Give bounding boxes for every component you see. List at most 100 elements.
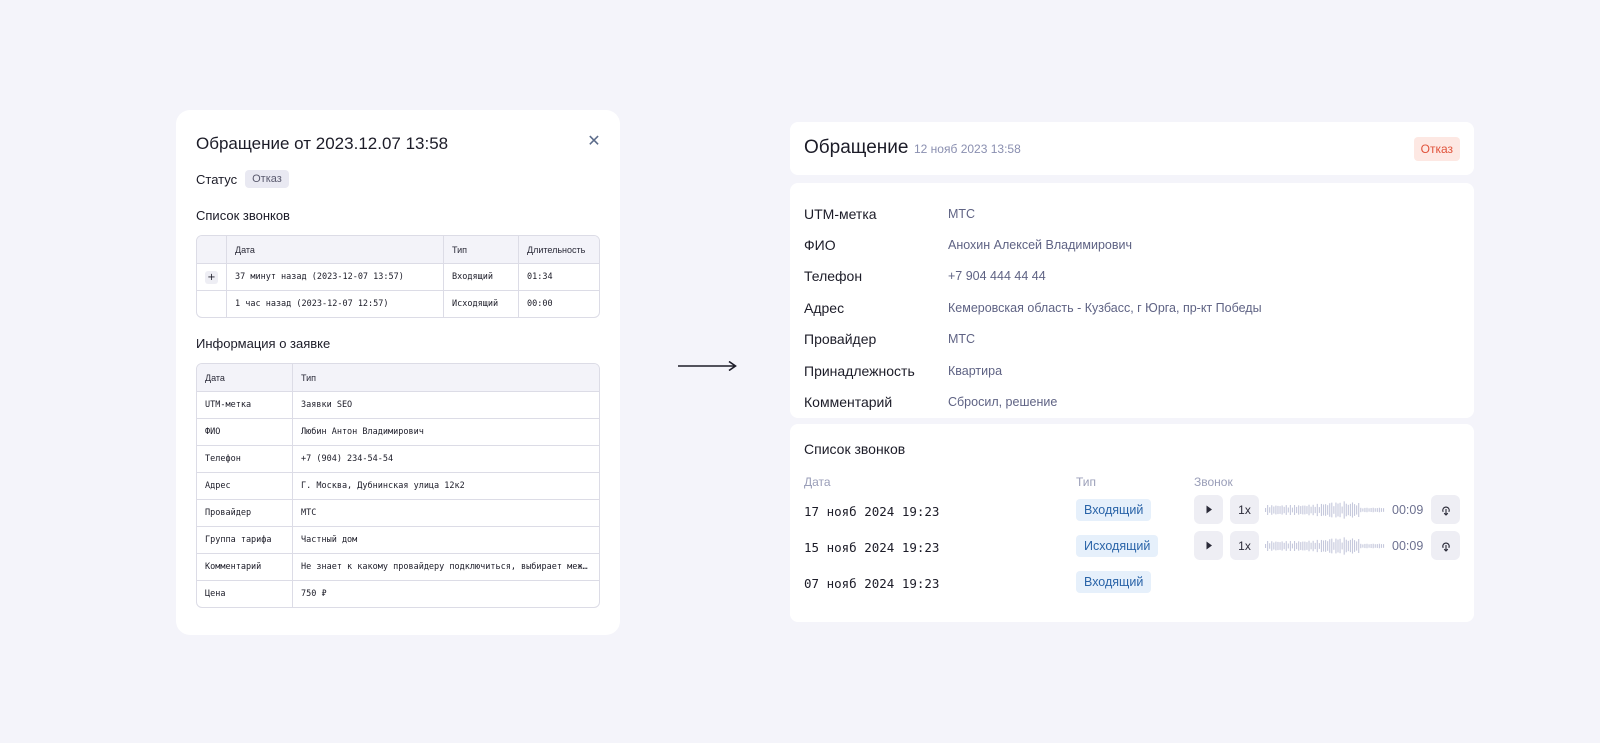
info-key: Комментарий [197, 553, 293, 580]
play-icon [1206, 505, 1212, 514]
request-date: 12 нояб 2023 13:58 [914, 142, 1021, 156]
speed-button[interactable]: 1x [1230, 531, 1259, 560]
column-header: Тип [293, 364, 599, 391]
column-header: Тип [444, 236, 519, 263]
call-type-badge: Входящий [1076, 499, 1152, 521]
call-type: Исходящий [444, 290, 519, 317]
download-icon [1441, 542, 1450, 552]
info-label: UTM-метка [804, 205, 877, 222]
calls-table: Дата Тип Длительность + 37 минут назад (… [196, 235, 600, 318]
call-type: Входящий [444, 263, 519, 290]
info-label: Адрес [804, 299, 845, 316]
info-key: Адрес [197, 472, 293, 499]
table-row: UTM-метка Заявки SEO [197, 391, 599, 418]
call-duration: 00:09 [1392, 539, 1424, 553]
waveform[interactable] [1265, 497, 1385, 523]
table-row: Телефон +7 (904) 234-54-54 [197, 445, 599, 472]
info-label: ФИО [804, 237, 836, 254]
call-row: 07 нояб 2024 19:23 Входящий [790, 567, 1474, 599]
info-value: Кемеровская область - Кузбасс, г Юрга, п… [948, 300, 1262, 315]
call-duration: 00:00 [519, 290, 599, 317]
table-row: ФИО Любин Антон Владимирович [197, 418, 599, 445]
table-row: Адрес Г. Москва, Дубнинская улица 12к2 [197, 472, 599, 499]
close-icon[interactable]: ✕ [586, 134, 602, 150]
expand-button[interactable]: + [205, 270, 218, 284]
info-value: Заявки SEO [293, 391, 599, 418]
info-key: Провайдер [197, 499, 293, 526]
info-key: Группа тарифа [197, 526, 293, 553]
info-row: Телефон +7 904 444 44 44 [790, 261, 1474, 292]
call-date: 1 час назад (2023-12-07 12:57) [227, 290, 444, 317]
download-button[interactable] [1431, 495, 1460, 524]
download-icon [1441, 506, 1450, 516]
expand-cell [197, 290, 227, 317]
status-badge: Отказ [245, 170, 289, 188]
column-header: Дата [197, 364, 293, 391]
arrow-right-icon [678, 361, 737, 371]
table-row: 1 час назад (2023-12-07 12:57) Исходящий… [197, 290, 599, 317]
info-row: Принадлежность Квартира [790, 355, 1474, 386]
call-date: 17 нояб 2024 19:23 [804, 504, 940, 519]
info-value: Любин Антон Владимирович [293, 418, 599, 445]
info-value: МТС [948, 206, 976, 221]
call-duration: 00:09 [1392, 503, 1424, 517]
info-value: Не знает к какому провайдеру подключитьс… [293, 553, 599, 580]
table-row: + 37 минут назад (2023-12-07 13:57) Вход… [197, 263, 599, 290]
calls-card: Список звонков Дата Тип Звонок 17 нояб 2… [790, 424, 1474, 622]
info-key: ФИО [197, 418, 293, 445]
info-key: Цена [197, 580, 293, 607]
info-row: Адрес Кемеровская область - Кузбасс, г Юр… [790, 292, 1474, 323]
info-value: Сбросил, решение [948, 395, 1058, 410]
play-button[interactable] [1194, 495, 1223, 524]
calls-section-title: Список звонков [804, 441, 906, 457]
legacy-request-modal: Обращение от 2023.12.07 13:58 ✕ Статус О… [176, 110, 620, 635]
table-row: Цена 750 ₽ [197, 580, 599, 607]
speed-button[interactable]: 1x [1230, 495, 1259, 524]
waveform[interactable] [1265, 533, 1385, 559]
info-value: Квартира [948, 363, 1003, 378]
table-row: Группа тарифа Частный дом [197, 526, 599, 553]
download-button[interactable] [1431, 531, 1460, 560]
call-date: 37 минут назад (2023-12-07 13:57) [227, 263, 444, 290]
call-duration: 01:34 [519, 263, 599, 290]
info-value: МТС [293, 499, 599, 526]
info-table: Дата Тип UTM-метка Заявки SEO ФИО Любин Ант… [196, 363, 600, 608]
modal-title: Обращение от 2023.12.07 13:58 [196, 134, 449, 153]
call-type-badge: Исходящий [1076, 535, 1159, 557]
play-icon [1206, 541, 1212, 550]
call-row: 17 нояб 2024 19:23 Входящий 1x 00:09 [790, 495, 1474, 527]
column-header: Длительность [519, 236, 599, 263]
page-title: Обращение [804, 137, 909, 158]
table-row: Провайдер МТС [197, 499, 599, 526]
info-section-title: Информация о заявке [196, 336, 331, 351]
info-label: Комментарий [804, 394, 893, 411]
call-column-header: Звонок [1194, 475, 1233, 489]
info-label: Принадлежность [804, 362, 915, 379]
column-header: Дата [227, 236, 444, 263]
info-label: Провайдер [804, 331, 877, 348]
info-row: UTM-метка МТС [790, 198, 1474, 229]
request-header-card: Обращение 12 нояб 2023 13:58 Отказ [790, 122, 1474, 175]
call-type-badge: Входящий [1076, 571, 1152, 593]
info-value: Г. Москва, Дубнинская улица 12к2 [293, 472, 599, 499]
table-row: Комментарий Не знает к какому провайдеру … [197, 553, 599, 580]
info-label: Телефон [804, 268, 863, 285]
status-label: Статус [196, 171, 238, 187]
info-value: +7 904 444 44 44 [948, 269, 1046, 284]
column-header [197, 236, 227, 263]
type-column-header: Тип [1076, 475, 1097, 489]
info-value: 750 ₽ [293, 580, 599, 607]
date-column-header: Дата [804, 475, 831, 489]
status-badge: Отказ [1413, 137, 1460, 161]
expand-cell: + [197, 263, 227, 290]
call-date: 15 нояб 2024 19:23 [804, 540, 940, 555]
call-date: 07 нояб 2024 19:23 [804, 576, 940, 591]
call-row: 15 нояб 2024 19:23 Исходящий 1x 00:09 [790, 531, 1474, 563]
info-value: Частный дом [293, 526, 599, 553]
info-key: UTM-метка [197, 391, 293, 418]
play-button[interactable] [1194, 531, 1223, 560]
info-row: Провайдер МТС [790, 324, 1474, 355]
info-row: ФИО Анохин Алексей Владимирович [790, 229, 1474, 260]
info-value: МТС [948, 332, 976, 347]
info-value: +7 (904) 234-54-54 [293, 445, 599, 472]
